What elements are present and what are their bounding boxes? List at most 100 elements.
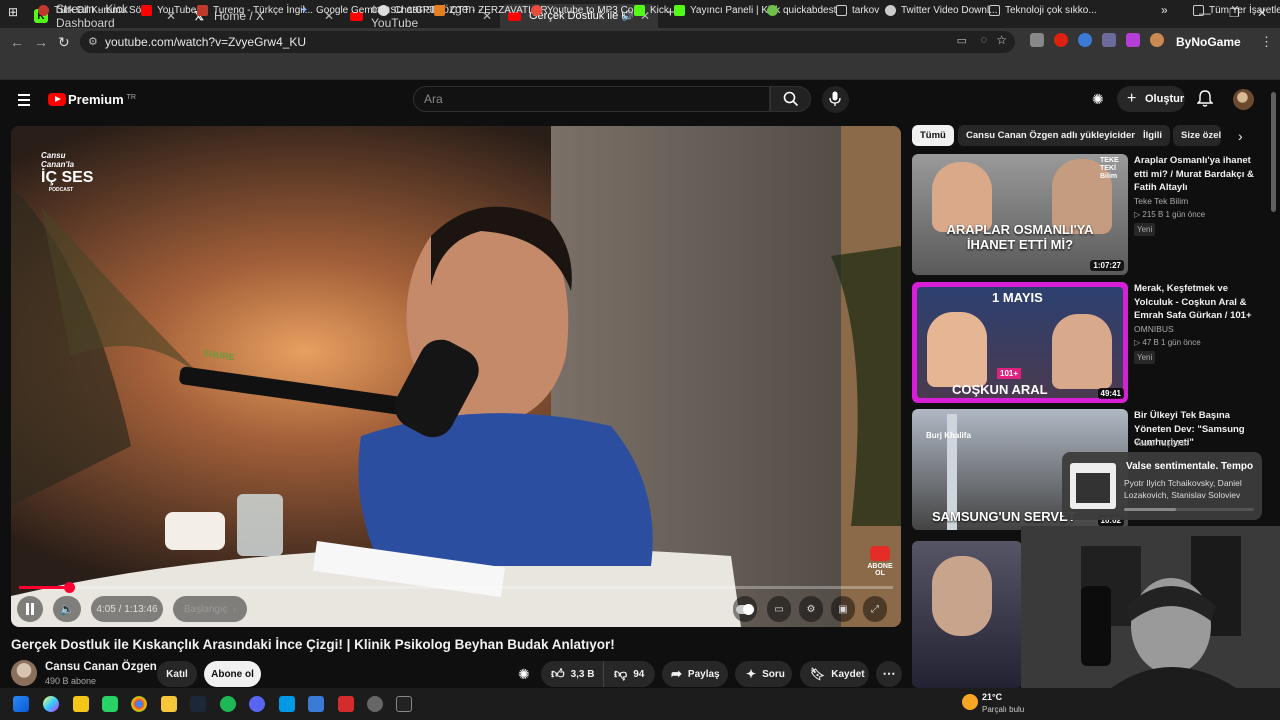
recommendation-item[interactable]: TEKE TEKİ Bilim ARAPLAR OSMANLI'YA İHANE… bbox=[912, 154, 1272, 276]
cast-icon[interactable]: ▭ bbox=[957, 34, 967, 47]
store-icon[interactable] bbox=[279, 696, 295, 712]
whatsapp-icon[interactable] bbox=[102, 696, 118, 712]
share-button[interactable]: ➦ Paylaş bbox=[662, 661, 728, 687]
bookmark-kick[interactable]: Kick bbox=[634, 5, 669, 16]
weather-temp[interactable]: 21°C bbox=[982, 692, 1002, 702]
extension-icon[interactable] bbox=[1102, 33, 1116, 47]
video-player[interactable]: SHURE Cansu Canan'la İÇ SES PODCAST ABON… bbox=[11, 126, 901, 627]
weather-icon[interactable] bbox=[962, 694, 978, 710]
video-thumbnail[interactable]: TEKE TEKİ Bilim ARAPLAR OSMANLI'YA İHANE… bbox=[912, 154, 1128, 275]
bookmark-kick-panel[interactable]: Yayıncı Paneli | Kick bbox=[674, 5, 780, 16]
autoplay-toggle[interactable] bbox=[733, 596, 757, 622]
notifications-bell-icon[interactable] bbox=[1196, 90, 1214, 113]
bookmarks-overflow-icon[interactable]: » bbox=[1161, 3, 1168, 17]
spotify-icon[interactable] bbox=[220, 696, 236, 712]
subscribe-button[interactable]: Abone ol bbox=[204, 661, 261, 687]
hamburger-menu-icon[interactable] bbox=[18, 94, 30, 109]
chapter-button[interactable]: Başlangıç › bbox=[173, 596, 247, 622]
filter-chip-all[interactable]: Tümü bbox=[912, 125, 954, 146]
extension-icon[interactable] bbox=[1054, 33, 1068, 47]
youtube-brand[interactable]: Premium TR bbox=[68, 92, 136, 107]
video-thumbnail[interactable]: 1 MAYIS 101+ COŞKUN ARAL 49:41 bbox=[912, 282, 1128, 403]
bookmark-gemini[interactable]: ✦ Google Gemini bbox=[300, 5, 383, 16]
obs-icon[interactable] bbox=[367, 696, 383, 712]
bookmark-tureng[interactable]: Tureng - Türkçe İngil... bbox=[197, 5, 313, 16]
music-now-playing-widget[interactable]: Valse sentimentale. Tempo Pyotr Ilyich T… bbox=[1062, 452, 1262, 520]
recommendation-channel[interactable]: Teke Tek Bilim bbox=[1134, 196, 1188, 206]
ask-button[interactable]: ✦ Soru bbox=[735, 661, 792, 687]
settings-gear-icon[interactable]: ⚙ bbox=[799, 596, 823, 622]
cast-settings-icon[interactable]: ✺ bbox=[1092, 91, 1104, 108]
bookmark-quickabdest[interactable]: quickabdest bbox=[767, 5, 836, 16]
reload-icon[interactable]: ↻ bbox=[58, 34, 70, 51]
more-actions-icon[interactable]: ⋯ bbox=[876, 661, 902, 687]
recommendation-title: Araplar Osmanlı'ya ihanet etti mi? / Mur… bbox=[1134, 155, 1254, 193]
filter-chip-uploader[interactable]: Cansu Canan Özgen adlı yükleyiciden bbox=[958, 125, 1146, 146]
site-info-icon[interactable]: ⚙ bbox=[88, 35, 98, 48]
apps-grid-icon[interactable]: ⊞ bbox=[8, 5, 18, 19]
filter-chip-related[interactable]: İlgili bbox=[1135, 125, 1170, 146]
sticky-notes-icon[interactable] bbox=[73, 696, 89, 712]
chrome-icon[interactable] bbox=[131, 696, 147, 712]
back-icon[interactable]: ← bbox=[10, 34, 24, 50]
channel-avatar[interactable] bbox=[11, 660, 37, 686]
bookmark-youtube[interactable]: YouTube bbox=[141, 5, 196, 16]
video-thumbnail[interactable] bbox=[912, 541, 1022, 688]
file-explorer-icon[interactable] bbox=[161, 696, 177, 712]
bookmark-yt-mp3[interactable]: Youtube to MP3 Co... bbox=[531, 5, 642, 16]
extension-icon[interactable] bbox=[1078, 33, 1092, 47]
bookmark-star-icon[interactable]: ☆ bbox=[996, 33, 1007, 47]
join-button[interactable]: Katıl bbox=[157, 661, 197, 687]
like-count: 3,3 B bbox=[570, 668, 595, 680]
recommendation-channel[interactable]: OMNIBUS bbox=[1134, 324, 1174, 334]
progress-bar[interactable] bbox=[19, 582, 893, 593]
extension-icon[interactable] bbox=[1030, 33, 1044, 47]
eye-off-icon[interactable]: ◌ bbox=[980, 34, 987, 46]
volume-button[interactable]: 🔈 bbox=[53, 596, 81, 622]
url-field[interactable]: ⚙ youtube.com/watch?v=ZvyeGrw4_KU ▭ ◌ ☆ bbox=[80, 31, 1015, 53]
subtitles-icon[interactable]: ▭ bbox=[767, 596, 791, 622]
cast-settings-icon[interactable]: ✺ bbox=[518, 666, 530, 683]
chatgpt-icon bbox=[378, 5, 389, 16]
profile-badge[interactable]: ByNoGame bbox=[1176, 35, 1241, 49]
acrobat-icon[interactable] bbox=[338, 696, 354, 712]
thumbnail-logo: TEKE TEKİ Bilim bbox=[1100, 157, 1119, 180]
subscribe-watermark[interactable]: ABONE OL bbox=[867, 546, 893, 577]
recommendation-channel[interactable]: Yusuf Taştekin bbox=[1134, 438, 1189, 448]
chevron-right-icon[interactable]: › bbox=[1238, 128, 1243, 144]
bookmark-folder-teknoloji[interactable]: Teknoloji çok sıkko... bbox=[989, 5, 1097, 16]
extension-icon[interactable] bbox=[1126, 33, 1140, 47]
windows-start-icon[interactable] bbox=[13, 696, 29, 712]
save-button[interactable]: 🔖︎ Kaydet bbox=[800, 661, 869, 687]
account-avatar[interactable] bbox=[1233, 89, 1254, 110]
page-scrollbar[interactable] bbox=[1271, 92, 1276, 212]
recommendation-item[interactable]: 1 MAYIS 101+ COŞKUN ARAL 49:41 Merak, Ke… bbox=[912, 282, 1272, 404]
filter-chip-for-you[interactable]: Size özel bbox=[1173, 125, 1221, 146]
youtube-logo-icon[interactable] bbox=[48, 93, 66, 106]
bookmark-twitter-dl[interactable]: Twitter Video Downl... bbox=[885, 5, 998, 16]
all-bookmarks[interactable]: Tüm Yer İşaretleri bbox=[1193, 5, 1280, 16]
bookmark-chatgpt[interactable]: ChatGPT bbox=[378, 5, 436, 16]
copilot-icon[interactable] bbox=[43, 696, 59, 712]
browser-menu-icon[interactable]: ⋮ bbox=[1260, 34, 1273, 50]
discord-icon[interactable] bbox=[249, 696, 265, 712]
bookmark-tdk[interactable]: Türk Dil Kurumu Sö... bbox=[38, 5, 150, 16]
steam-icon[interactable] bbox=[190, 696, 206, 712]
miniplayer-icon[interactable]: ▣ bbox=[831, 596, 855, 622]
extension-icon[interactable] bbox=[1150, 33, 1164, 47]
fullscreen-icon[interactable]: ⤢ bbox=[863, 596, 887, 622]
subscriber-count: 490 B abone bbox=[45, 676, 97, 686]
app-icon[interactable] bbox=[308, 696, 324, 712]
search-input[interactable] bbox=[414, 87, 769, 111]
terminal-icon[interactable] bbox=[396, 696, 412, 712]
search-button[interactable] bbox=[770, 86, 811, 112]
like-button[interactable]: 👍︎ 3,3 B bbox=[541, 661, 604, 687]
channel-name[interactable]: Cansu Canan Özgen bbox=[45, 661, 157, 673]
plus-icon: + bbox=[1127, 90, 1137, 107]
voice-search-button[interactable] bbox=[822, 86, 849, 113]
bookmark-folder-tarkov[interactable]: tarkov bbox=[836, 5, 879, 16]
create-button[interactable]: + Oluştur bbox=[1117, 86, 1185, 112]
forward-icon[interactable]: → bbox=[34, 34, 48, 50]
pause-button[interactable] bbox=[17, 596, 43, 622]
dislike-button[interactable]: 👎︎ 94 bbox=[605, 661, 655, 687]
